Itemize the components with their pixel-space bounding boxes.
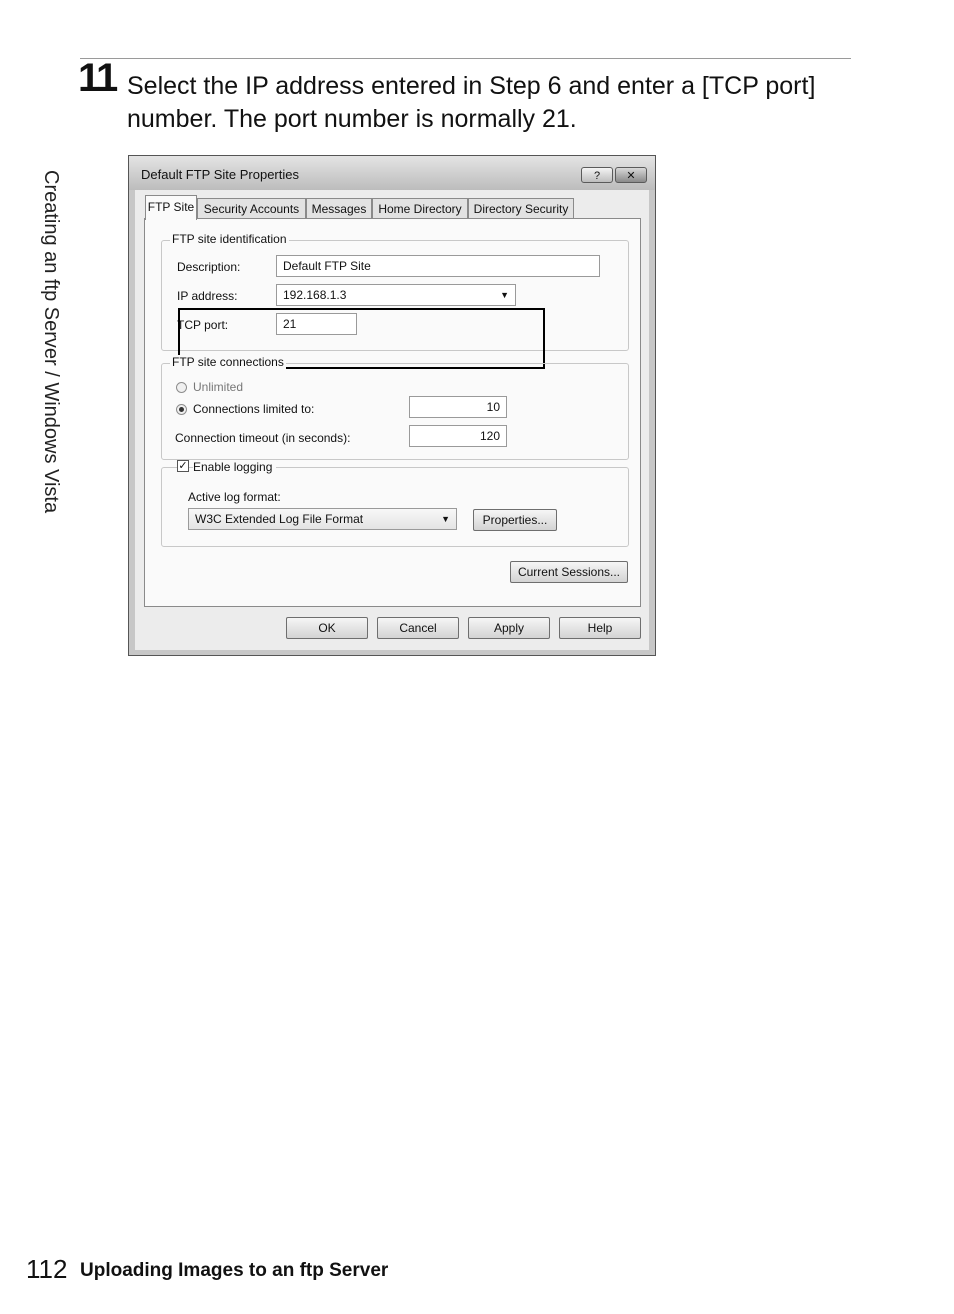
- apply-button[interactable]: Apply: [468, 617, 550, 639]
- step-instruction: Select the IP address entered in Step 6 …: [127, 72, 816, 133]
- tab-ftp-site[interactable]: FTP Site: [145, 195, 197, 220]
- help-button[interactable]: Help: [559, 617, 641, 639]
- step-number: 11: [78, 56, 118, 100]
- top-rule: [80, 58, 851, 59]
- tab-panel-ftp-site: FTP site identification Description: Def…: [144, 218, 641, 607]
- ip-address-select[interactable]: 192.168.1.3 ▼: [276, 284, 516, 306]
- tab-directory-security[interactable]: Directory Security: [468, 198, 574, 218]
- log-format-value: W3C Extended Log File Format: [195, 512, 364, 526]
- unlimited-radio[interactable]: [176, 382, 187, 393]
- ok-button[interactable]: OK: [286, 617, 368, 639]
- log-format-select[interactable]: W3C Extended Log File Format ▼: [188, 508, 457, 530]
- side-section-label: Creating an ftp Server / Windows Vista: [40, 170, 62, 514]
- log-properties-button[interactable]: Properties...: [473, 509, 557, 531]
- connections-legend: FTP site connections: [170, 355, 286, 369]
- identification-legend: FTP site identification: [170, 232, 289, 246]
- page-number: 112: [26, 1254, 68, 1284]
- description-label: Description:: [177, 260, 241, 274]
- ip-address-label: IP address:: [177, 289, 238, 303]
- ip-address-value: 192.168.1.3: [283, 288, 347, 302]
- tab-home-directory[interactable]: Home Directory: [372, 198, 468, 218]
- chevron-down-icon[interactable]: ▼: [500, 285, 509, 305]
- description-input[interactable]: Default FTP Site: [276, 255, 600, 277]
- connections-limit-input[interactable]: 10: [409, 396, 507, 418]
- tab-security-accounts[interactable]: Security Accounts: [197, 198, 306, 218]
- connections-limited-label: Connections limited to:: [193, 402, 315, 416]
- logging-group: [161, 467, 629, 547]
- active-log-format-label: Active log format:: [188, 490, 281, 504]
- dialog-title: Default FTP Site Properties: [141, 167, 299, 182]
- connections-limited-radio[interactable]: [176, 404, 187, 415]
- help-icon[interactable]: ?: [581, 167, 613, 183]
- ftp-properties-dialog: Default FTP Site Properties ? ✕ FTP Site…: [128, 155, 656, 656]
- dialog-client-area: FTP Site Security Accounts Messages Home…: [135, 190, 649, 650]
- chevron-down-icon[interactable]: ▼: [441, 509, 450, 529]
- enable-logging-label: Enable logging: [193, 460, 277, 474]
- dialog-titlebar: Default FTP Site Properties ? ✕: [129, 156, 655, 190]
- footer-section-title: Uploading Images to an ftp Server: [80, 1260, 389, 1281]
- unlimited-label: Unlimited: [193, 380, 244, 394]
- connection-timeout-input[interactable]: 120: [409, 425, 507, 447]
- close-icon[interactable]: ✕: [615, 167, 647, 183]
- tab-messages[interactable]: Messages: [306, 198, 372, 218]
- cancel-button[interactable]: Cancel: [377, 617, 459, 639]
- enable-logging-checkbox[interactable]: ✓: [177, 460, 189, 472]
- current-sessions-button[interactable]: Current Sessions...: [510, 561, 628, 583]
- connection-timeout-label: Connection timeout (in seconds):: [175, 431, 351, 445]
